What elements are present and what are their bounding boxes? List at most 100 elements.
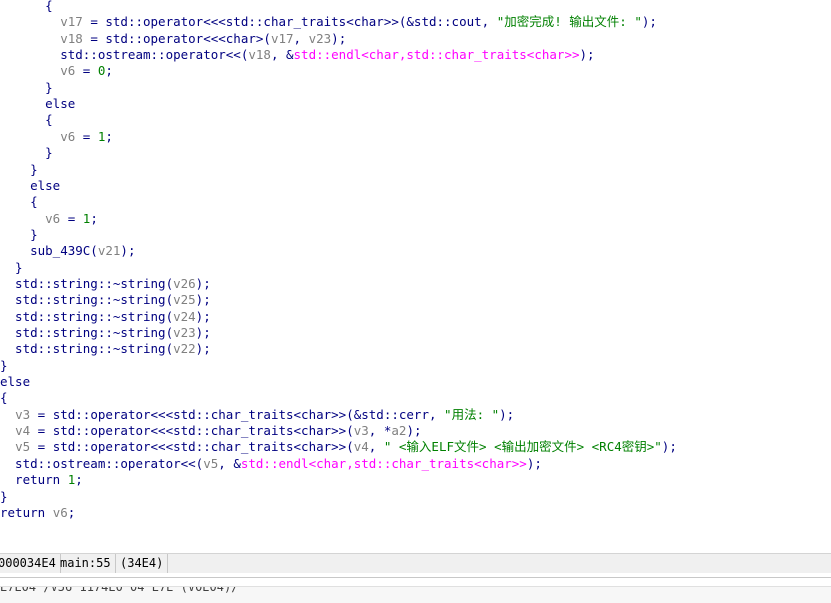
code-line[interactable]: v17 = std::operator<<<std::char_traits<c… — [0, 14, 657, 30]
code-line[interactable]: { — [0, 112, 53, 128]
status-bar: 000034E4 main:55 (34E4) — [0, 553, 831, 574]
code-token: std::string::~string( — [0, 308, 174, 324]
code-token: } — [0, 226, 38, 242]
code-token: ); — [499, 406, 515, 422]
code-token: v21 — [97, 243, 121, 259]
code-line[interactable]: else — [0, 96, 75, 112]
code-line[interactable]: v18 = std::operator<<<char>(v17, v23); — [0, 31, 346, 47]
code-line[interactable]: std::string::~string(v24); — [0, 309, 211, 325]
code-line[interactable]: else — [0, 374, 30, 390]
code-token: } — [0, 488, 8, 504]
code-line[interactable]: } — [0, 260, 23, 276]
code-token: " <输入ELF文件> <输出加密文件> <RC4密钥>" — [383, 439, 662, 455]
code-line[interactable]: v4 = std::operator<<<std::char_traits<ch… — [0, 423, 422, 439]
code-line[interactable]: v3 = std::operator<<<std::char_traits<ch… — [0, 407, 514, 423]
code-line[interactable]: std::ostream::operator<<(v18, &std::endl… — [0, 47, 595, 63]
code-token: v5 — [203, 455, 219, 471]
status-address: 000034E4 — [0, 554, 61, 573]
code-token: , & — [270, 47, 294, 63]
code-token: "用法: " — [444, 406, 500, 422]
code-token: } — [0, 357, 8, 373]
code-token: std::string::~string( — [0, 275, 174, 291]
code-line[interactable]: return 1; — [0, 472, 83, 488]
code-token: = std::operator<<<std::char_traits<char>… — [30, 423, 354, 439]
code-token: = std::operator<<<std::char_traits<char>… — [30, 439, 354, 455]
code-token: std::ostream::operator<<( — [0, 455, 204, 471]
code-line[interactable]: { — [0, 390, 8, 406]
code-line[interactable]: sub_439C(v21); — [0, 243, 135, 259]
code-line[interactable]: return v6; — [0, 505, 75, 521]
output-partial-line: E7E04 /V56 1174E0 04 E7E (V0E04)/ — [0, 586, 239, 594]
code-token: v18 — [248, 47, 271, 63]
code-line[interactable]: } — [0, 227, 38, 243]
code-token: ); — [195, 341, 211, 357]
code-token: ); — [579, 47, 595, 63]
code-token: , — [368, 439, 384, 455]
code-token: v18 — [60, 30, 83, 46]
code-token: } — [0, 161, 38, 177]
horizontal-divider — [0, 577, 831, 578]
code-line[interactable]: std::string::~string(v25); — [0, 292, 211, 308]
code-token: { — [0, 112, 53, 128]
code-line[interactable]: v5 = std::operator<<<std::char_traits<ch… — [0, 439, 677, 455]
code-token: a2 — [391, 423, 407, 439]
code-line[interactable]: } — [0, 358, 8, 374]
code-line[interactable]: std::ostream::operator<<(v5, &std::endl<… — [0, 456, 542, 472]
code-token: v17 — [60, 14, 83, 30]
code-line[interactable]: } — [0, 145, 53, 161]
code-token: std::ostream::operator<<( — [0, 47, 249, 63]
code-token: } — [0, 79, 53, 95]
code-line[interactable]: } — [0, 489, 8, 505]
code-line[interactable]: v6 = 0; — [0, 63, 113, 79]
code-token: ); — [406, 423, 422, 439]
code-line[interactable]: { — [0, 194, 38, 210]
code-token: std::endl<char,std::char_traits<char>> — [240, 455, 527, 471]
code-token: = std::operator<<<char>( — [82, 30, 271, 46]
code-token: , * — [368, 423, 392, 439]
code-token: v17 — [270, 30, 294, 46]
code-token: ); — [120, 243, 136, 259]
code-token: sub_439C( — [0, 243, 98, 259]
code-line[interactable]: else — [0, 178, 60, 194]
code-token: v4 — [353, 439, 369, 455]
code-token: std::string::~string( — [0, 325, 174, 340]
code-token: v6 — [45, 210, 61, 226]
code-token: else — [0, 374, 31, 390]
code-token: ); — [526, 455, 542, 471]
code-token: v4 — [15, 423, 31, 439]
code-token: v25 — [173, 292, 196, 308]
code-token: } — [0, 145, 53, 161]
code-line[interactable]: std::string::~string(v26); — [0, 276, 211, 292]
code-token: , & — [218, 455, 241, 471]
code-line[interactable]: } — [0, 80, 53, 96]
code-token: std::string::~string( — [0, 292, 174, 308]
code-line[interactable]: } — [0, 162, 38, 178]
code-token: = — [60, 210, 83, 226]
code-token: ); — [195, 308, 211, 324]
code-token: { — [0, 194, 38, 210]
code-line[interactable]: v6 = 1; — [0, 211, 98, 227]
pseudocode-view[interactable]: { v17 = std::operator<<<std::char_traits… — [0, 0, 831, 552]
code-token: { — [0, 0, 53, 13]
code-token: v5 — [15, 439, 31, 455]
code-token: ); — [195, 325, 211, 340]
code-token: ; — [75, 472, 83, 488]
code-line[interactable]: std::string::~string(v22); — [0, 341, 211, 357]
code-token: return — [0, 504, 53, 520]
code-line[interactable]: std::string::~string(v23); — [0, 325, 211, 341]
code-token: = std::operator<<<std::char_traits<char>… — [82, 14, 497, 30]
status-location: main:55 — [56, 554, 116, 573]
code-token: std::endl<char,std::char_traits<char>> — [293, 47, 580, 63]
output-window[interactable]: E7E04 /V56 1174E0 04 E7E (V0E04)/ — [0, 586, 831, 603]
code-token: v24 — [173, 308, 196, 324]
code-line[interactable]: { — [0, 0, 53, 14]
code-line[interactable]: v6 = 1; — [0, 129, 113, 145]
